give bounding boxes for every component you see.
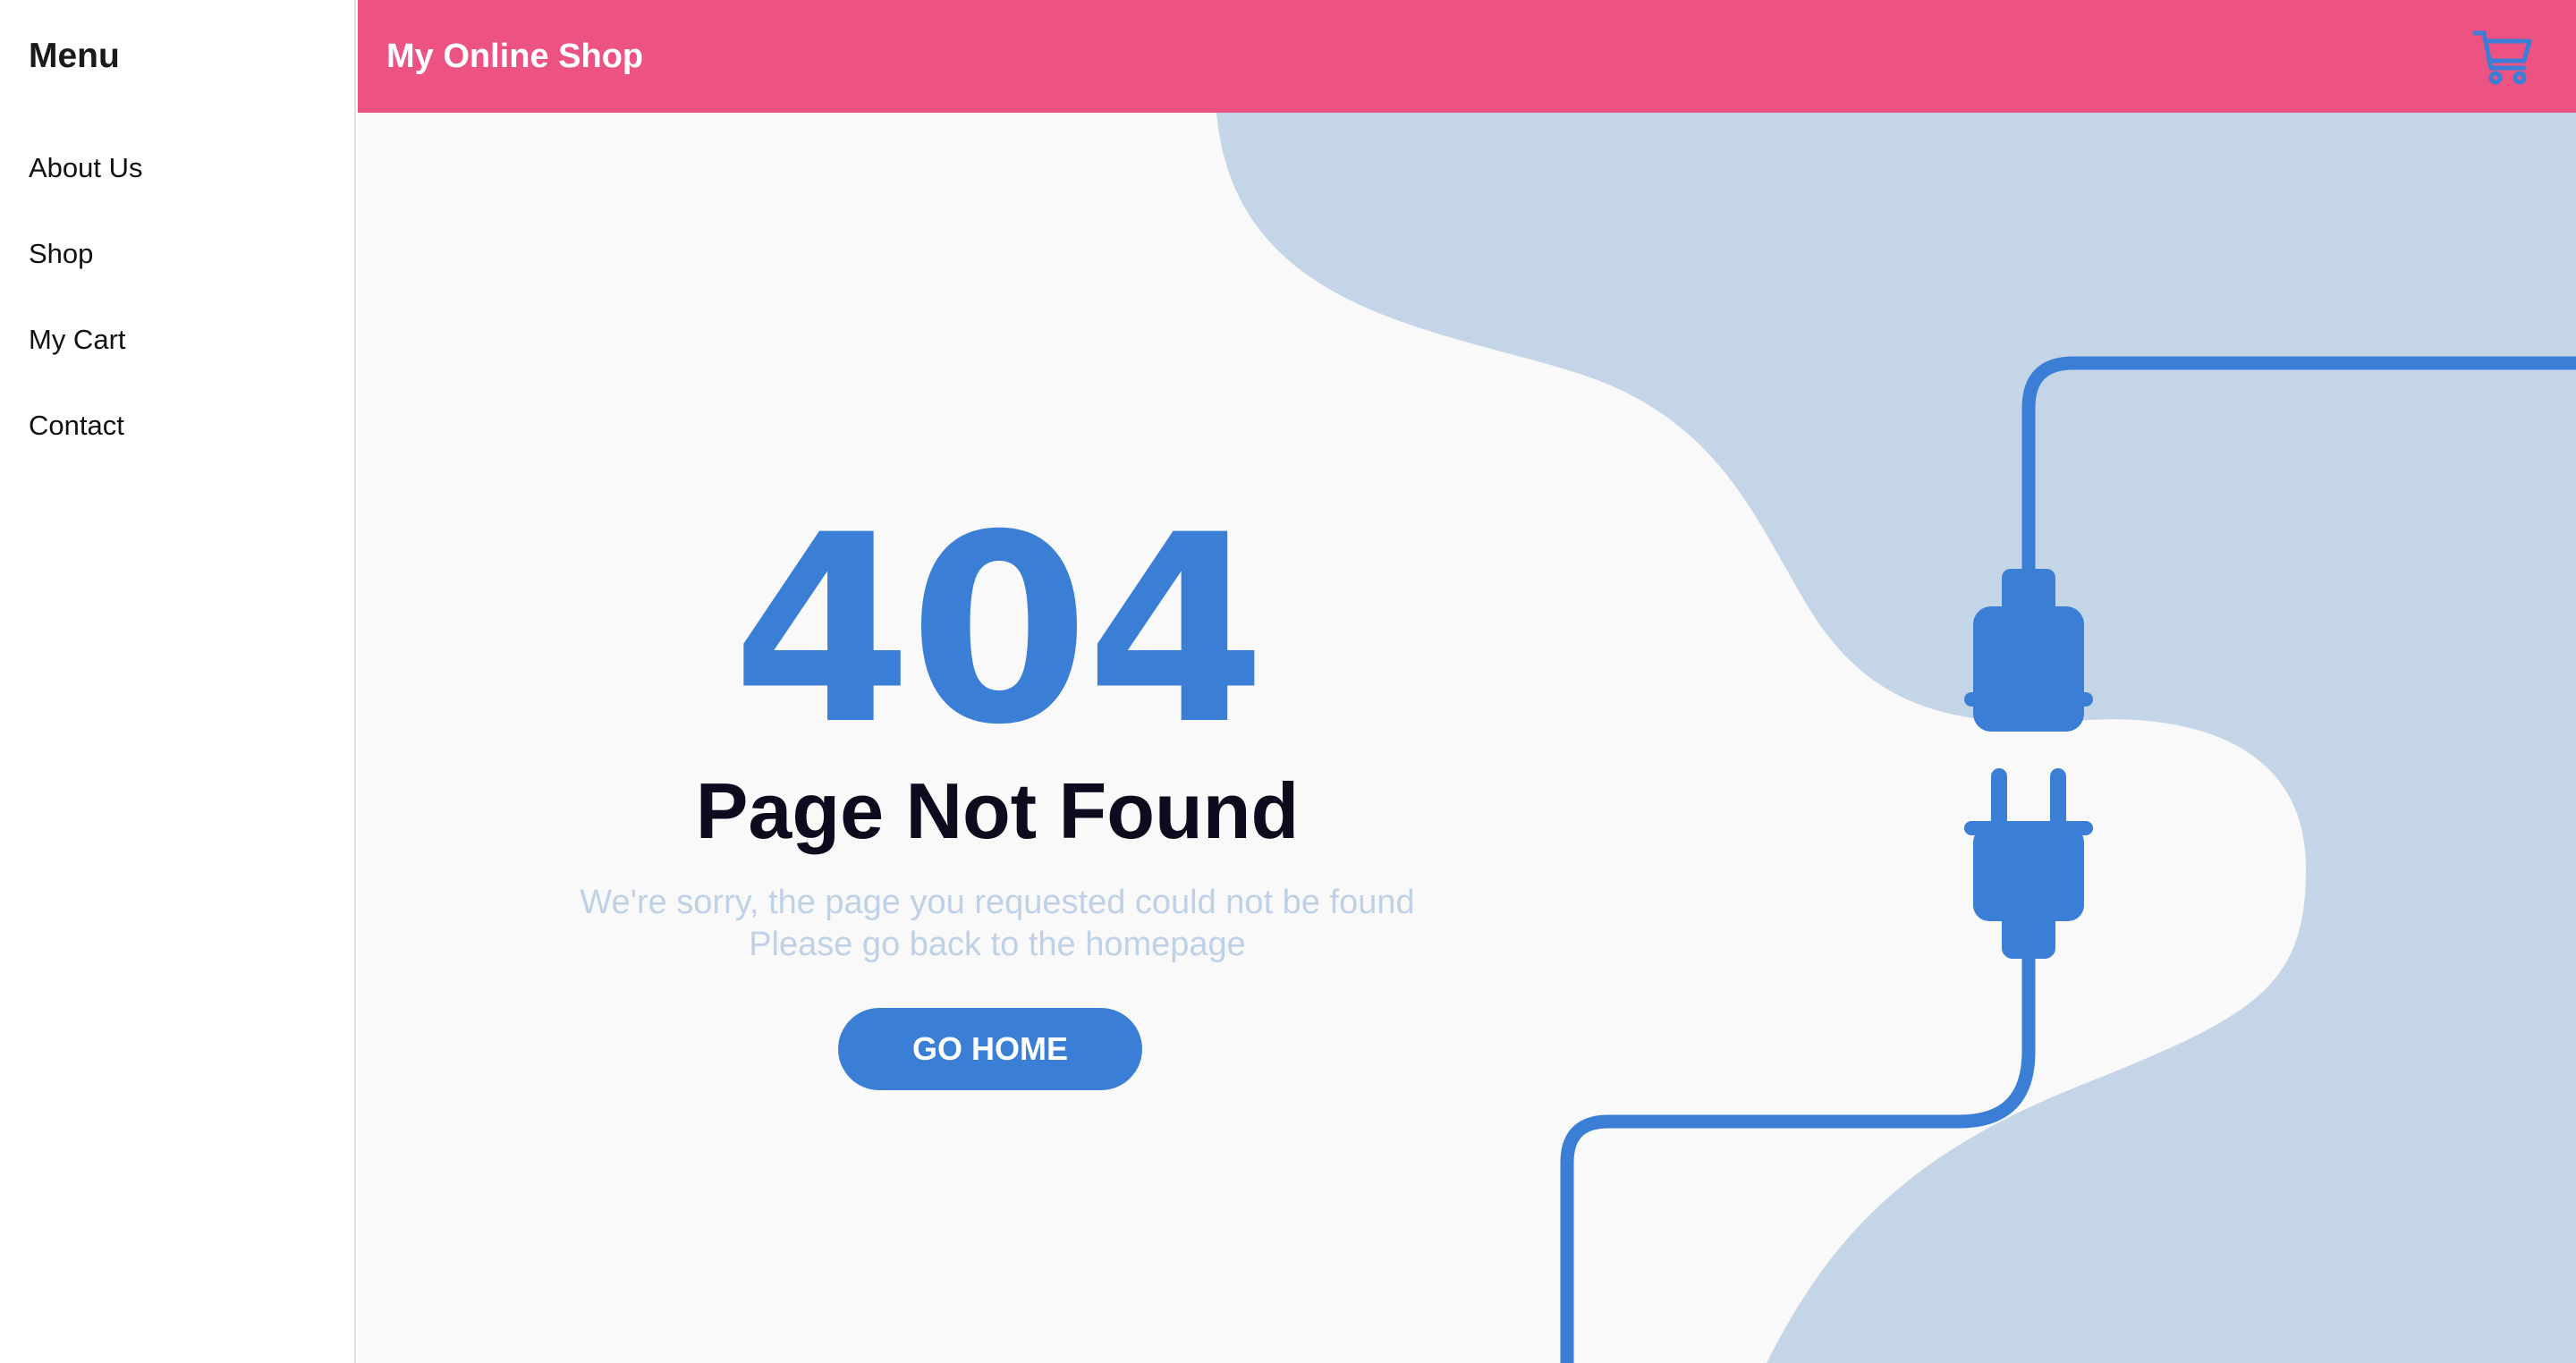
app-root: Menu About Us Shop My Cart Contact My On… (0, 0, 2576, 1363)
main-content: 404 Page Not Found We're sorry, the page… (358, 113, 2576, 1363)
sidebar: Menu About Us Shop My Cart Contact (0, 0, 356, 1363)
sidebar-item-my-cart[interactable]: My Cart (0, 315, 354, 401)
sidebar-item-about-us[interactable]: About Us (0, 143, 354, 229)
sidebar-item-contact[interactable]: Contact (0, 401, 354, 487)
cart-button[interactable] (2472, 29, 2533, 86)
error-code: 404 (732, 480, 1266, 782)
error-title: Page Not Found (695, 766, 1300, 855)
error-message-line-2: Please go back to the homepage (749, 926, 1246, 963)
error-message-line-1: We're sorry, the page you requested coul… (580, 884, 1415, 921)
sidebar-title: Menu (29, 37, 120, 75)
go-home-button[interactable]: GO HOME (838, 1008, 1142, 1090)
shopping-cart-icon (2472, 30, 2532, 85)
sidebar-item-shop[interactable]: Shop (0, 229, 354, 315)
app-title: My Online Shop (386, 38, 644, 75)
sidebar-nav: About Us Shop My Cart Contact (0, 143, 354, 487)
error-message: We're sorry, the page you requested coul… (358, 882, 1637, 966)
top-app-bar: My Online Shop (358, 0, 2576, 113)
